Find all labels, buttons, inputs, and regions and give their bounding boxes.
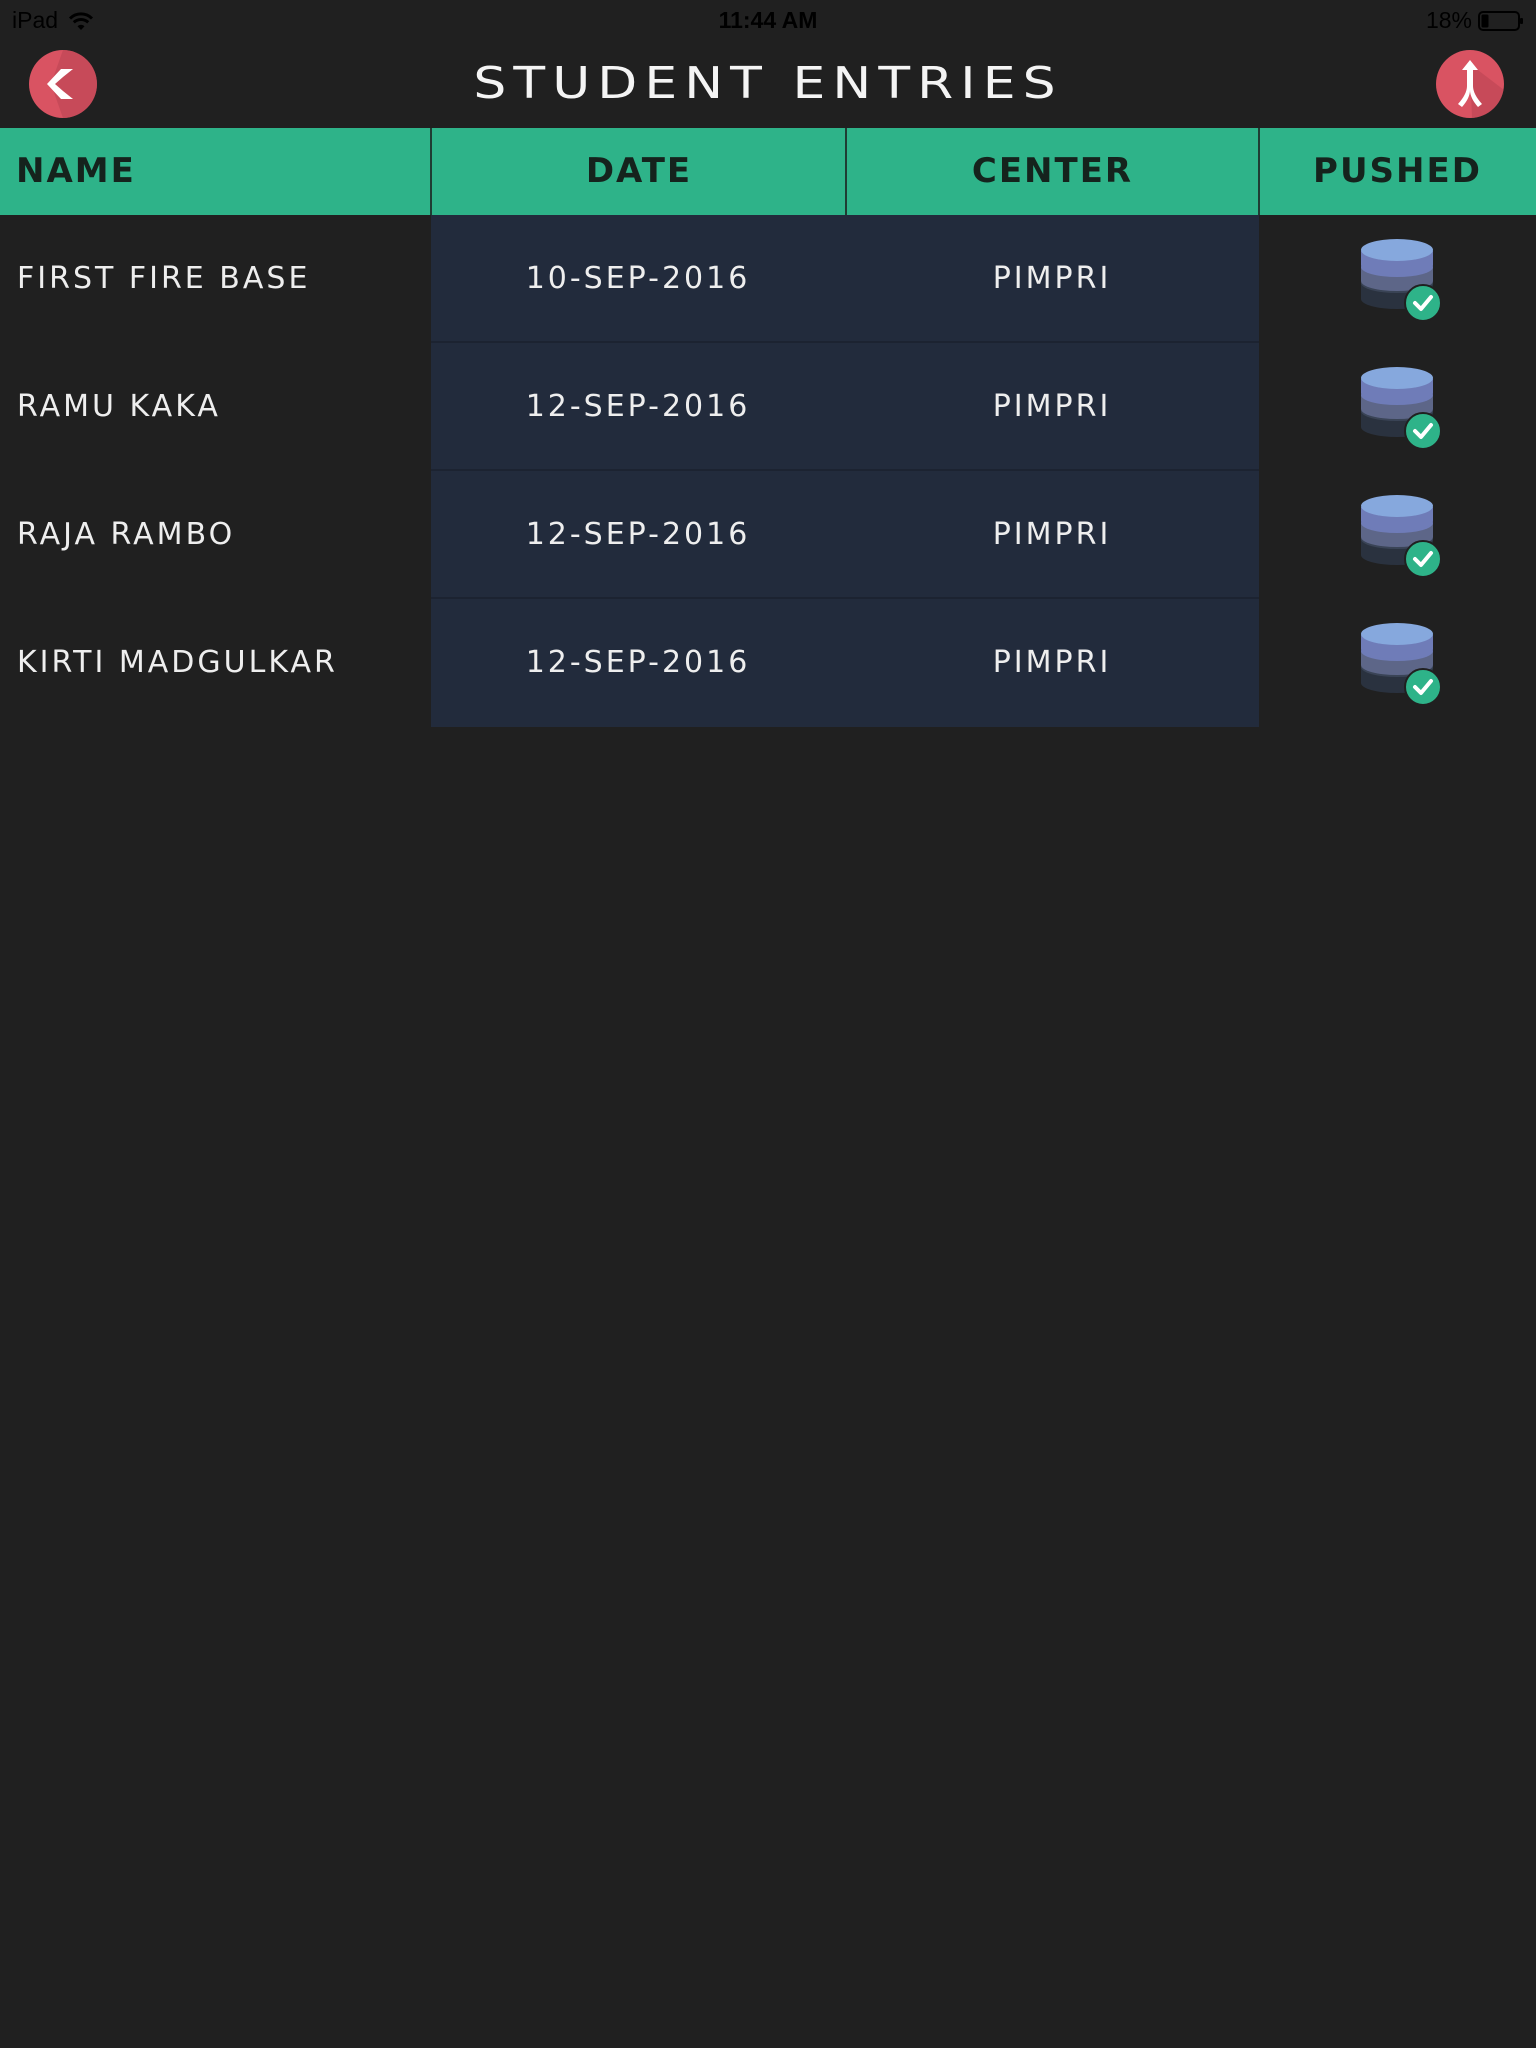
status-right: 18%	[1426, 7, 1524, 34]
cell-date: 10-SEP-2016	[525, 261, 751, 296]
battery-icon	[1478, 10, 1524, 32]
merge-arrow-icon	[1458, 60, 1504, 118]
cell-pushed	[1259, 599, 1536, 727]
status-time: 11:44 AM	[718, 7, 818, 33]
app-header: STUDENT ENTRIES	[0, 40, 1536, 128]
cell-center: PIMPRI	[992, 389, 1112, 424]
table-header: NAME DATE CENTER PUSHED	[0, 128, 1536, 215]
cell-name: KIRTI MADGULKAR	[17, 645, 338, 680]
page-title: STUDENT ENTRIES	[473, 58, 1063, 109]
battery-percent: 18%	[1425, 7, 1472, 33]
cell-name: FIRST FIRE BASE	[17, 261, 311, 296]
cell-date: 12-SEP-2016	[525, 389, 751, 424]
column-header-name[interactable]: NAME	[16, 128, 416, 215]
student-entries-table: NAME DATE CENTER PUSHED FIRST FIRE BASE …	[0, 128, 1536, 727]
cell-pushed	[1259, 471, 1536, 599]
database-check-icon	[1359, 363, 1445, 451]
cell-pushed	[1259, 343, 1536, 471]
cell-center: PIMPRI	[992, 645, 1112, 680]
cell-center: PIMPRI	[992, 261, 1112, 296]
table-row[interactable]: FIRST FIRE BASE 10-SEP-2016 PIMPRI	[0, 215, 1536, 343]
cell-center: PIMPRI	[992, 517, 1112, 552]
cell-date: 12-SEP-2016	[525, 517, 751, 552]
status-bar: iPad 11:44 AM 18%	[0, 0, 1536, 40]
column-divider	[1258, 128, 1260, 215]
column-header-center[interactable]: CENTER	[846, 128, 1259, 215]
push-entries-button[interactable]	[1436, 50, 1504, 118]
cell-name: RAJA RAMBO	[17, 517, 236, 552]
table-body: FIRST FIRE BASE 10-SEP-2016 PIMPRI RAMU …	[0, 215, 1536, 727]
column-header-date[interactable]: DATE	[432, 128, 846, 215]
table-row[interactable]: KIRTI MADGULKAR 12-SEP-2016 PIMPRI	[0, 599, 1536, 727]
database-check-icon	[1359, 235, 1445, 323]
cell-name: RAMU KAKA	[17, 389, 221, 424]
table-row[interactable]: RAJA RAMBO 12-SEP-2016 PIMPRI	[0, 471, 1536, 599]
column-divider	[430, 128, 432, 215]
column-header-pushed[interactable]: PUSHED	[1259, 128, 1536, 215]
table-row[interactable]: RAMU KAKA 12-SEP-2016 PIMPRI	[0, 343, 1536, 471]
database-check-icon	[1359, 491, 1445, 579]
database-check-icon	[1359, 619, 1445, 707]
cell-date: 12-SEP-2016	[525, 645, 751, 680]
column-divider	[845, 128, 847, 215]
cell-pushed	[1259, 215, 1536, 343]
